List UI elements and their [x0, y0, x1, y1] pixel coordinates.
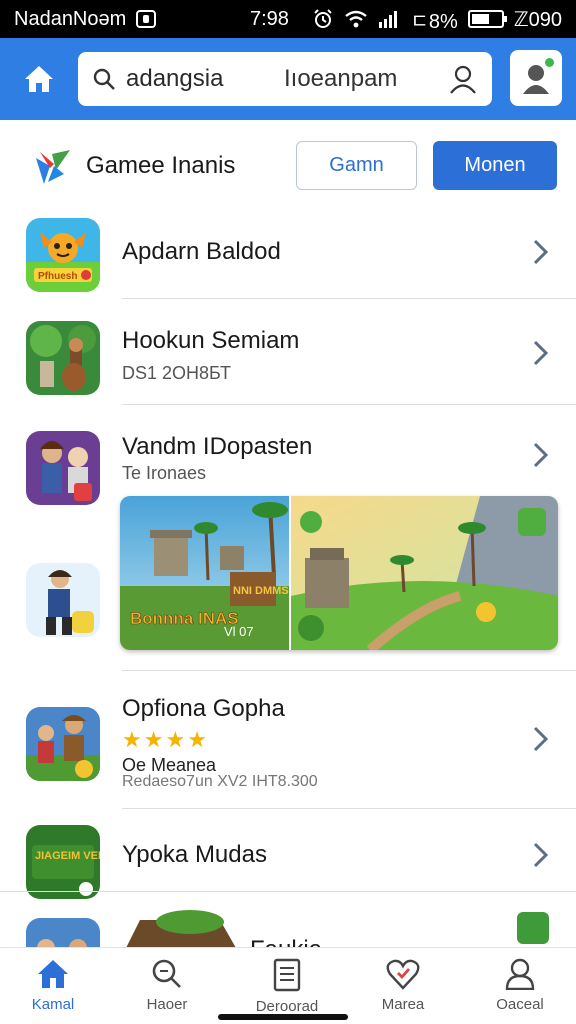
- star-icon: ★: [165, 727, 186, 752]
- tab-document[interactable]: Deroorad: [237, 958, 337, 1018]
- app-title: Apdarn Baldod: [122, 238, 281, 265]
- app-icon: [26, 321, 100, 395]
- banner-title-text: Bonnna INAS: [130, 609, 239, 628]
- app-title: Vandm IDopasten: [122, 433, 313, 460]
- home-icon: [25, 66, 53, 92]
- app-subtitle: Te Ironaes: [122, 463, 207, 483]
- badge: [517, 912, 549, 944]
- tab-label: Deroorad: [255, 998, 319, 1015]
- banner-tag-text: Vl 07: [224, 624, 254, 639]
- document-icon: [273, 958, 301, 992]
- tab-home[interactable]: Kamal: [3, 958, 103, 1018]
- list-item[interactable]: Faukia: [0, 892, 576, 948]
- app-header: adangsia Iıoeanpam: [0, 38, 576, 120]
- app-icon-text: JIAGEIM VENRS: [35, 850, 100, 862]
- chevron-right-icon[interactable]: [530, 339, 552, 367]
- home-icon: [38, 960, 68, 988]
- chevron-right-icon[interactable]: [530, 441, 552, 469]
- app-thumbnail: [126, 910, 236, 948]
- category-logo-icon: [36, 150, 70, 184]
- app-icon-text: Pfhuesh: [38, 271, 77, 282]
- avatar-icon: [523, 65, 549, 94]
- carrier-name: NadanNoəm: [14, 7, 127, 30]
- star-icon: ★: [122, 727, 142, 752]
- tab-label: Kamal: [31, 996, 75, 1013]
- tab-profile[interactable]: Oaceal: [470, 958, 570, 1018]
- chevron-right-icon[interactable]: [530, 238, 552, 266]
- heart-icon: [386, 959, 420, 990]
- app-title: Opfiona Gopha: [122, 695, 285, 722]
- app-icon: [26, 563, 100, 637]
- search-hint: Iıoeanpam: [284, 65, 398, 92]
- home-indicator[interactable]: [218, 1014, 348, 1020]
- list-item[interactable]: Hookun Semiam DS1 2ОН8БТ: [0, 299, 576, 403]
- online-indicator: [545, 58, 554, 67]
- search-icon: [93, 68, 115, 90]
- tab-favorites[interactable]: Marea: [353, 958, 453, 1018]
- category-row: Gamee Inanis Gamn Monen: [0, 120, 576, 210]
- app-icon: [26, 918, 100, 948]
- list-item[interactable]: Pfhuesh Apdarn Baldod: [0, 210, 576, 298]
- tab-label: Oaceal: [496, 996, 544, 1013]
- app-icon: JIAGEIM VENRS: [26, 825, 100, 899]
- search-icon: [152, 959, 181, 988]
- rating-stars: ★ ★ ★ ★: [122, 729, 207, 751]
- screenshot-icon: [136, 10, 157, 28]
- chevron-right-icon[interactable]: [530, 841, 552, 869]
- games-button[interactable]: Gamn: [296, 141, 417, 190]
- app-icon: [26, 431, 100, 505]
- star-icon: ★: [187, 727, 207, 752]
- star-icon: ★: [143, 727, 164, 752]
- alarm-icon: [312, 8, 334, 30]
- battery-icon: [467, 10, 507, 28]
- search-bar[interactable]: adangsia Iıoeanpam: [78, 52, 492, 106]
- app-title: Ypoka Mudas: [122, 841, 267, 868]
- person-icon: [505, 958, 535, 990]
- clock: 7:98: [250, 7, 289, 30]
- chevron-right-icon[interactable]: [530, 725, 552, 753]
- app-icon: Pfhuesh: [26, 218, 100, 292]
- bottom-navigation: Kamal Haoer Deroorad Marea Oaceal: [0, 947, 576, 1024]
- list-item[interactable]: JIAGEIM VENRS Ypoka Mudas: [0, 809, 576, 899]
- search-query[interactable]: adangsia: [126, 65, 223, 93]
- wifi-icon: [344, 10, 368, 28]
- tab-search[interactable]: Haoer: [117, 958, 217, 1018]
- promo-banner[interactable]: NNI DMMS Bonnna INAS Vl 07: [120, 496, 558, 650]
- tab-label: Marea: [381, 996, 425, 1013]
- battery-percent: ㄷ8%: [410, 10, 458, 33]
- status-bar: NadanNoəm 7:98 ㄷ8% ℤ090: [0, 0, 576, 38]
- profile-button[interactable]: [510, 50, 562, 106]
- tab-label: Haoer: [146, 996, 188, 1013]
- app-title: Hookun Semiam: [122, 327, 300, 354]
- app-subtitle: DS1 2ОН8БТ: [122, 363, 232, 383]
- app-detail: Redaeso7un XV2 IHT8.300: [122, 773, 318, 790]
- more-button[interactable]: Monen: [433, 141, 557, 190]
- home-button[interactable]: [18, 58, 60, 100]
- person-icon[interactable]: [448, 64, 478, 94]
- app-icon: [26, 707, 100, 781]
- banner-sign-text: NNI DMMS: [233, 585, 289, 597]
- category-title: Gamee Inanis: [86, 152, 236, 179]
- list-item[interactable]: Opfiona Gopha ★ ★ ★ ★ Oe Meanea Redaeso7…: [0, 671, 576, 807]
- signal-icon: [378, 10, 400, 28]
- status-extra: ℤ090: [513, 8, 562, 31]
